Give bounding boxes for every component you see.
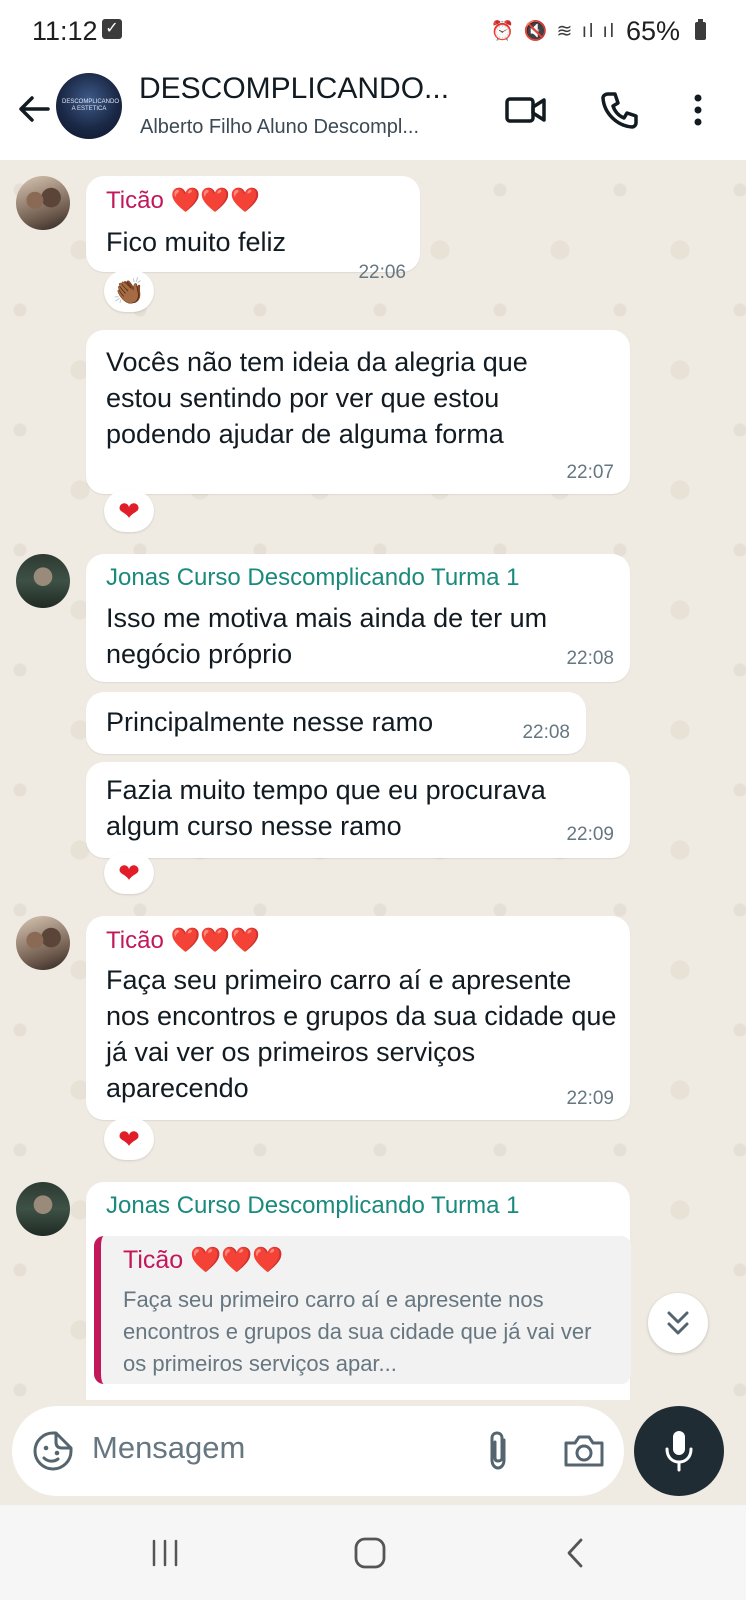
- reaction-badge[interactable]: ❤: [104, 490, 154, 532]
- message-text: Fico muito feliz: [106, 227, 287, 257]
- message-time: 22:07: [566, 462, 614, 483]
- group-avatar[interactable]: DESCOMPLICANDO A ESTETICA: [56, 73, 122, 139]
- heart-reaction-icon: ❤: [118, 858, 140, 888]
- message-text: Isso me motiva mais ainda de ter um negó…: [106, 603, 548, 669]
- group-members-preview[interactable]: Alberto Filho Aluno Descompl...: [140, 116, 480, 139]
- message-time: 22:09: [566, 1088, 614, 1109]
- message-bubble[interactable]: Vocês não tem ideia da alegria que estou…: [86, 330, 630, 494]
- double-chevron-down-icon[interactable]: [648, 1293, 708, 1353]
- heart-reaction-icon: ❤: [118, 1124, 140, 1154]
- heart-reaction-icon: ❤: [118, 496, 140, 526]
- mic-button[interactable]: [634, 1406, 724, 1496]
- message-bubble[interactable]: Fazia muito tempo que eu procurava algum…: [86, 762, 630, 858]
- quoted-sender: Ticão ❤️❤️❤️: [123, 1246, 284, 1274]
- emoji-sticker-icon[interactable]: [30, 1428, 76, 1474]
- status-bar: 11:12 ✓ ⏰ 🔇 ≋ ıl ıl 65%: [0, 0, 746, 64]
- message-text: Principalmente nesse ramo: [106, 707, 434, 737]
- reaction-badge[interactable]: ❤: [104, 852, 154, 894]
- system-nav-bar: [0, 1505, 746, 1600]
- chat-header: DESCOMPLICANDO A ESTETICA DESCOMPLICANDO…: [0, 64, 746, 160]
- clap-reaction-icon: 👏🏾: [112, 276, 146, 306]
- more-vert-icon[interactable]: [680, 86, 716, 134]
- message-bubble[interactable]: Ticão ❤️❤️❤️ Faça seu primeiro carro aí …: [86, 916, 630, 1120]
- back-nav-icon[interactable]: [556, 1535, 596, 1571]
- quoted-message[interactable]: Ticão ❤️❤️❤️ Faça seu primeiro carro aí …: [94, 1236, 631, 1384]
- battery-icon: [695, 19, 706, 40]
- group-title[interactable]: DESCOMPLICANDO...: [139, 72, 479, 106]
- back-arrow-icon[interactable]: [14, 89, 54, 129]
- sender-name: Ticão ❤️❤️❤️: [106, 927, 261, 954]
- message-bubble[interactable]: Ticão ❤️❤️❤️ Fico muito feliz 22:06: [86, 176, 420, 283]
- sender-name: Jonas Curso Descomplicando Turma 1: [106, 1192, 520, 1219]
- message-list[interactable]: Ticão ❤️❤️❤️ Fico muito feliz 22:06 👏🏾 V…: [0, 160, 746, 1400]
- mic-icon: [665, 1431, 693, 1472]
- home-icon[interactable]: [350, 1535, 390, 1571]
- reaction-badge[interactable]: 👏🏾: [104, 270, 154, 312]
- sender-name: Ticão ❤️❤️❤️: [106, 187, 261, 214]
- message-text: Fazia muito tempo que eu procurava algum…: [106, 775, 546, 841]
- sender-avatar[interactable]: [16, 1182, 70, 1236]
- message-time: 22:09: [566, 824, 614, 845]
- message-bubble[interactable]: Jonas Curso Descomplicando Turma 1 Ticão…: [86, 1182, 631, 1400]
- message-composer: Mensagem: [12, 1406, 624, 1496]
- paperclip-icon[interactable]: [476, 1428, 520, 1474]
- message-text: Vocês não tem ideia da alegria que estou…: [106, 347, 528, 449]
- camera-icon[interactable]: [560, 1428, 608, 1474]
- sender-avatar[interactable]: [16, 916, 70, 970]
- sender-avatar[interactable]: [16, 554, 70, 608]
- sender-name: Jonas Curso Descomplicando Turma 1: [106, 564, 520, 591]
- message-text: Faça seu primeiro carro aí e apresente n…: [106, 965, 617, 1103]
- message-time: 22:08: [522, 722, 570, 743]
- reaction-badge[interactable]: ❤: [104, 1118, 154, 1160]
- sender-avatar[interactable]: [16, 176, 70, 230]
- quoted-text: Faça seu primeiro carro aí e apresente n…: [123, 1287, 592, 1376]
- group-avatar-logo: DESCOMPLICANDO A ESTETICA: [62, 99, 120, 112]
- message-input[interactable]: Mensagem: [92, 1430, 245, 1466]
- recents-icon[interactable]: [146, 1535, 186, 1571]
- status-time: 11:12: [32, 16, 98, 46]
- battery-level: 65%: [625, 16, 680, 46]
- phone-icon[interactable]: [596, 86, 644, 134]
- message-time: 22:08: [566, 648, 614, 669]
- video-call-icon[interactable]: [502, 86, 550, 134]
- message-time: 22:06: [358, 262, 406, 283]
- notification-check-icon: ✓: [102, 19, 122, 39]
- message-bubble[interactable]: Principalmente nesse ramo 22:08: [86, 692, 586, 754]
- message-bubble[interactable]: Jonas Curso Descomplicando Turma 1 Isso …: [86, 554, 630, 682]
- status-icons: ⏰ 🔇 ≋ ıl ıl: [490, 21, 616, 42]
